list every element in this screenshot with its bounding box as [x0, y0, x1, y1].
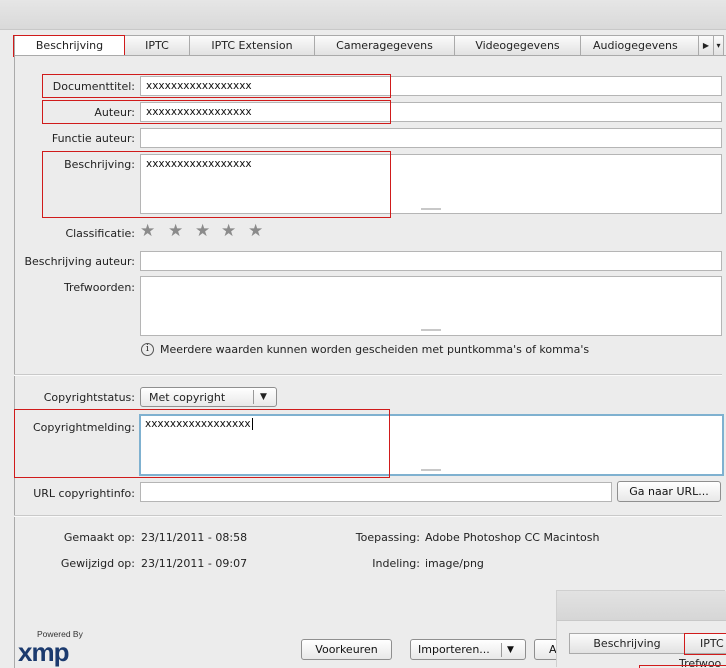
- file-info-window: Beschrijving IPTC IPTC Extension Camerag…: [0, 0, 726, 668]
- xmp-logo: xmp: [18, 637, 69, 667]
- auteur-label: Auteur:: [94, 106, 135, 119]
- tab-iptc-extension[interactable]: IPTC Extension: [190, 35, 315, 56]
- chevron-down-icon: ▼: [507, 644, 514, 655]
- star-icon[interactable]: ★: [168, 222, 183, 240]
- tab-label: Beschrijving: [35, 39, 104, 52]
- tab-overflow-button[interactable]: ▾: [714, 35, 724, 56]
- divider: [14, 515, 722, 517]
- resize-grip[interactable]: [421, 208, 441, 210]
- tab-label: IPTC: [700, 637, 724, 650]
- tab-bar: Beschrijving IPTC IPTC Extension Camerag…: [14, 35, 724, 56]
- functie-auteur-label: Functie auteur:: [51, 132, 135, 145]
- trefwoorden-label: Trefwoorden:: [63, 281, 135, 294]
- voorkeuren-button[interactable]: Voorkeuren: [301, 639, 392, 660]
- gemaakt-label: Gemaakt op:: [63, 531, 135, 544]
- tab-scroll-right-button[interactable]: ▶: [699, 35, 714, 56]
- tab-label: Videogegevens: [475, 39, 560, 52]
- gewijzigd-value: 23/11/2011 - 09:07: [141, 557, 248, 570]
- ga-naar-url-button[interactable]: Ga naar URL...: [617, 481, 721, 502]
- gemaakt-value: 23/11/2011 - 08:58: [141, 531, 248, 544]
- copyrightstatus-select[interactable]: Met copyright ▼: [140, 387, 277, 407]
- documenttitel-label: Documenttitel:: [52, 80, 135, 93]
- copyrightstatus-label: Copyrightstatus:: [43, 391, 135, 404]
- gewijzigd-label: Gewijzigd op:: [60, 557, 135, 570]
- chevron-down-icon: ▼: [260, 392, 267, 402]
- star-icon[interactable]: ★: [140, 222, 155, 240]
- tab-iptc[interactable]: IPTC: [125, 35, 190, 56]
- beschrijving-field[interactable]: xxxxxxxxxxxxxxxxx: [140, 154, 722, 214]
- text-cursor: [251, 418, 253, 430]
- indeling-value: image/png: [425, 557, 484, 570]
- url-copyrightinfo-label: URL copyrightinfo:: [33, 487, 135, 500]
- importeren-label: Importeren...: [418, 643, 490, 656]
- inset-tab-iptc[interactable]: IPTC: [685, 633, 726, 654]
- triangle-right-icon: ▶: [702, 41, 710, 50]
- inset-trefwoorden-label: Trefwoo: [679, 657, 722, 668]
- auteur-field[interactable]: xxxxxxxxxxxxxxxxx: [140, 102, 722, 122]
- copyrightstatus-value: Met copyright: [149, 390, 226, 404]
- tab-label: IPTC Extension: [211, 39, 293, 52]
- beschrijving-label: Beschrijving:: [64, 158, 135, 171]
- star-icon[interactable]: ★: [221, 222, 236, 240]
- copyrightmelding-label: Copyrightmelding:: [33, 421, 135, 434]
- functie-auteur-field[interactable]: [140, 128, 722, 148]
- copyrightmelding-value: xxxxxxxxxxxxxxxxx: [145, 418, 251, 430]
- tab-label: IPTC: [145, 39, 169, 52]
- documenttitel-field[interactable]: xxxxxxxxxxxxxxxxx: [140, 76, 722, 96]
- resize-grip[interactable]: [421, 469, 441, 471]
- beschrijving-auteur-field[interactable]: [140, 251, 722, 271]
- zoom-inset: Beschrijving IPTC Trefwoo: [557, 591, 726, 668]
- tab-audiogegevens[interactable]: Audiogegevens: [581, 35, 699, 56]
- tab-cameragegevens[interactable]: Cameragegevens: [315, 35, 455, 56]
- beschrijving-auteur-label: Beschrijving auteur:: [24, 255, 135, 268]
- tab-label: Cameragegevens: [336, 39, 433, 52]
- chevron-down-icon: ▾: [716, 41, 721, 50]
- trefwoorden-field[interactable]: [140, 276, 722, 336]
- tab-label: Audiogegevens: [593, 39, 678, 52]
- url-copyrightinfo-field[interactable]: [140, 482, 612, 502]
- resize-grip[interactable]: [421, 329, 441, 331]
- star-icon[interactable]: ★: [248, 222, 263, 240]
- tab-label: Beschrijving: [593, 637, 661, 650]
- info-icon: i: [141, 343, 154, 356]
- inset-tab-beschrijving[interactable]: Beschrijving: [569, 633, 685, 654]
- inset-titlebar: [557, 591, 726, 621]
- toepassing-label: Toepassing:: [355, 531, 420, 544]
- indeling-label: Indeling:: [372, 557, 420, 570]
- separator-hint: Meerdere waarden kunnen worden gescheide…: [160, 343, 590, 356]
- copyrightmelding-field[interactable]: xxxxxxxxxxxxxxxxx: [139, 414, 724, 476]
- classificatie-label: Classificatie:: [65, 227, 135, 240]
- tab-beschrijving[interactable]: Beschrijving: [14, 35, 125, 56]
- importeren-button[interactable]: Importeren... ▼: [410, 639, 526, 660]
- star-icon[interactable]: ★: [195, 222, 210, 240]
- window-titlebar: [0, 0, 726, 30]
- divider: [14, 374, 722, 376]
- toepassing-value: Adobe Photoshop CC Macintosh: [425, 531, 600, 544]
- tab-videogegevens[interactable]: Videogegevens: [455, 35, 581, 56]
